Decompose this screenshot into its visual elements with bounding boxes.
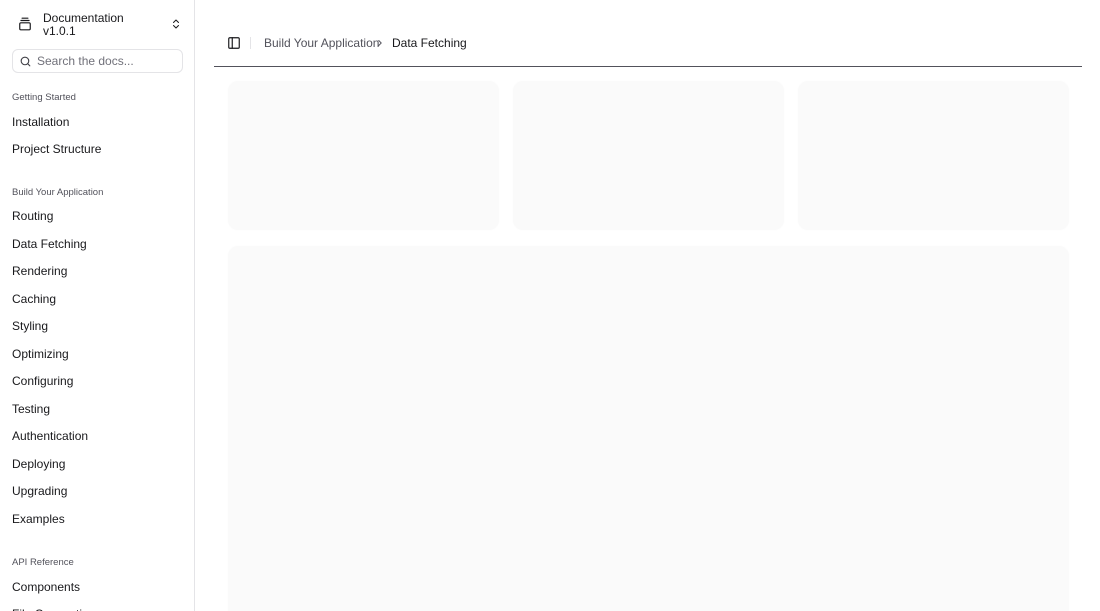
- sidebar-item-upgrading[interactable]: Upgrading: [8, 479, 188, 503]
- sidebar-item-file-conventions[interactable]: File Conventions: [8, 602, 188, 611]
- chevron-right-icon: [374, 37, 386, 49]
- sidebar-item-installation[interactable]: Installation: [8, 110, 188, 134]
- sidebar-item-routing[interactable]: Routing: [8, 204, 188, 228]
- sidebar-item-testing[interactable]: Testing: [8, 397, 188, 421]
- sidebar-item-components[interactable]: Components: [8, 575, 188, 599]
- group-label-getting-started: Getting Started: [12, 92, 76, 103]
- sidebar-item-examples[interactable]: Examples: [8, 507, 188, 531]
- skeleton-card-3: [798, 81, 1069, 230]
- group-label-build-your-application: Build Your Application: [12, 187, 104, 198]
- search-input[interactable]: [37, 52, 177, 70]
- search-icon: [19, 55, 32, 68]
- sidebar-item-project-structure[interactable]: Project Structure: [8, 137, 188, 161]
- breadcrumb-current-page: Data Fetching: [392, 36, 467, 50]
- sidebar-item-styling[interactable]: Styling: [8, 314, 188, 338]
- sidebar: Documentation v1.0.1 Getting Started Ins…: [0, 0, 195, 611]
- sidebar-item-data-fetching[interactable]: Data Fetching: [8, 232, 188, 256]
- skeleton-card-2: [513, 81, 784, 230]
- gallery-vertical-end-icon: [16, 15, 34, 33]
- chevrons-up-down-icon: [167, 15, 185, 33]
- group-label-api-reference: API Reference: [12, 557, 74, 568]
- sidebar-item-configuring[interactable]: Configuring: [8, 369, 188, 393]
- top-header: Build Your Application Data Fetching: [214, 0, 1082, 67]
- sidebar-item-deploying[interactable]: Deploying: [8, 452, 188, 476]
- sidebar-item-authentication[interactable]: Authentication: [8, 424, 188, 448]
- panel-left-icon[interactable]: [226, 35, 242, 51]
- search-box: [12, 49, 183, 73]
- sidebar-item-optimizing[interactable]: Optimizing: [8, 342, 188, 366]
- skeleton-content-panel: [228, 246, 1069, 611]
- skeleton-card-1: [228, 81, 499, 230]
- app-names: Documentation v1.0.1: [43, 12, 124, 38]
- header-divider: [250, 37, 251, 49]
- breadcrumb-parent-link[interactable]: Build Your Application: [264, 36, 379, 50]
- version-switcher[interactable]: Documentation v1.0.1: [8, 6, 188, 42]
- app-version: v1.0.1: [43, 24, 76, 38]
- sidebar-item-rendering[interactable]: Rendering: [8, 259, 188, 283]
- sidebar-item-caching[interactable]: Caching: [8, 287, 188, 311]
